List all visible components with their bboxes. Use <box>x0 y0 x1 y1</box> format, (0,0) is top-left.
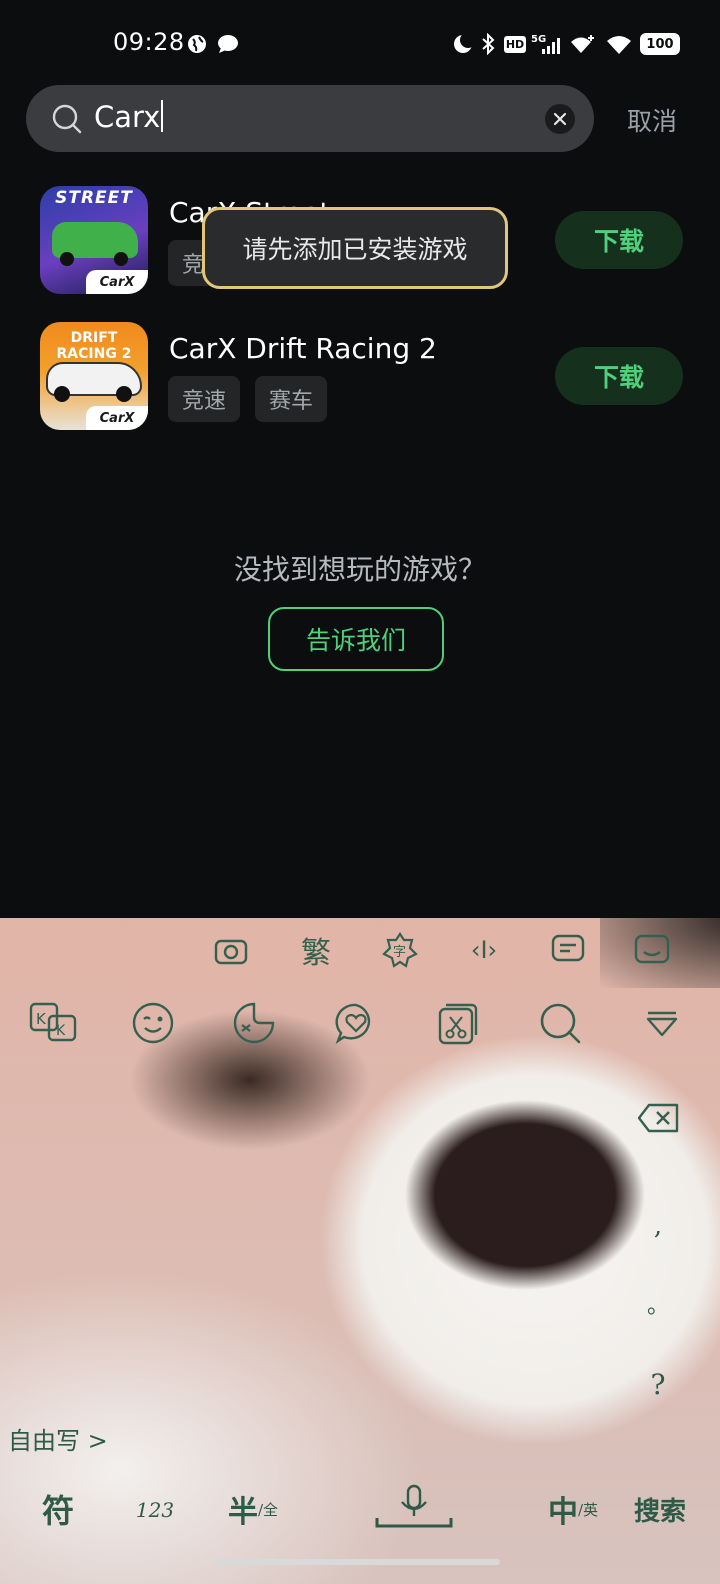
backspace-icon[interactable] <box>636 1100 682 1136</box>
search-icon[interactable] <box>536 1000 584 1046</box>
keyboard-emoji-icon[interactable] <box>630 930 674 970</box>
full-label: /全 <box>257 1500 279 1519</box>
cursor-move-icon[interactable]: ‹I› <box>462 930 506 970</box>
search-input[interactable]: Carx <box>94 100 164 134</box>
traditional-chinese-icon[interactable]: 繁 <box>294 928 338 972</box>
english-label: /英 <box>577 1500 599 1519</box>
svg-text:K: K <box>56 1023 66 1039</box>
half-full-key[interactable]: 半/全 <box>218 1486 288 1532</box>
sticker-icon[interactable] <box>230 1000 278 1046</box>
font-style-icon[interactable]: 字 <box>378 928 422 972</box>
collapse-keyboard-icon[interactable] <box>640 1004 684 1044</box>
game-title: CarX Drift Racing 2 <box>169 332 437 365</box>
moon-icon <box>451 30 475 58</box>
status-time: 09:28 <box>113 28 185 56</box>
download-button[interactable]: 下载 <box>555 347 683 405</box>
svg-text:5G: 5G <box>531 34 546 45</box>
carx-drift-racing-2-icon: DRIFT RACING 2 CarX <box>40 322 148 430</box>
free-write-button[interactable]: 自由写 > <box>8 1418 108 1458</box>
clipboard-cut-icon[interactable] <box>434 1000 482 1046</box>
heart-chat-icon[interactable] <box>332 1000 380 1046</box>
svg-text:字: 字 <box>393 945 406 960</box>
period-key[interactable]: 。 <box>640 1284 676 1324</box>
tag-racing: 竞速 <box>168 376 240 422</box>
wifi-icon <box>604 30 634 58</box>
half-label: 半 <box>227 1495 258 1530</box>
search-key[interactable]: 搜索 <box>628 1486 692 1532</box>
question-key[interactable]: ? <box>640 1364 676 1404</box>
toast-message: 请先添加已安装游戏 <box>202 207 508 289</box>
text-caret <box>161 100 164 132</box>
close-icon <box>553 112 567 126</box>
list-item[interactable]: DRIFT RACING 2 CarX CarX Drift Racing 2 … <box>0 320 720 432</box>
5g-signal-icon: 5G <box>530 30 564 58</box>
tag-car: 赛车 <box>255 376 327 422</box>
bluetooth-icon <box>478 30 498 58</box>
home-indicator[interactable] <box>214 1559 500 1565</box>
wifi-plus-icon <box>568 30 598 58</box>
microphone-icon[interactable] <box>372 1480 456 1536</box>
chat-bubble-icon <box>216 30 240 58</box>
status-bar: 09:28 HD 5G 100 <box>0 0 720 88</box>
clipboard-text-icon[interactable] <box>546 930 590 970</box>
download-button[interactable]: 下载 <box>555 211 683 269</box>
chinese-english-key[interactable]: 中/英 <box>538 1486 608 1532</box>
numbers-key[interactable]: 123 <box>130 1490 180 1530</box>
camera-icon[interactable] <box>210 930 252 970</box>
hd-icon: HD <box>503 35 527 53</box>
battery-icon: 100 <box>640 33 680 55</box>
earth-icon <box>186 30 208 58</box>
cancel-button[interactable]: 取消 <box>627 102 677 138</box>
tell-us-button[interactable]: 告诉我们 <box>268 607 444 671</box>
clear-search-button[interactable] <box>545 104 575 134</box>
symbols-key[interactable]: 符 <box>36 1486 80 1532</box>
kk-translate-icon[interactable]: KK <box>28 1000 80 1046</box>
chinese-label: 中 <box>547 1495 578 1530</box>
carx-street-icon: STREET CarX <box>40 186 148 294</box>
search-query: Carx <box>94 100 161 134</box>
keyboard: 繁 字 ‹I› KK , 。 ? 自由写 > 符 123 半/全 中 /英 搜索 <box>0 918 720 1584</box>
svg-text:K: K <box>36 1010 47 1028</box>
search-icon <box>52 104 82 138</box>
not-found-prompt: 没找到想玩的游戏？ <box>233 553 486 586</box>
emoji-wink-icon[interactable] <box>130 1000 176 1046</box>
comma-key[interactable]: , <box>640 1206 676 1246</box>
